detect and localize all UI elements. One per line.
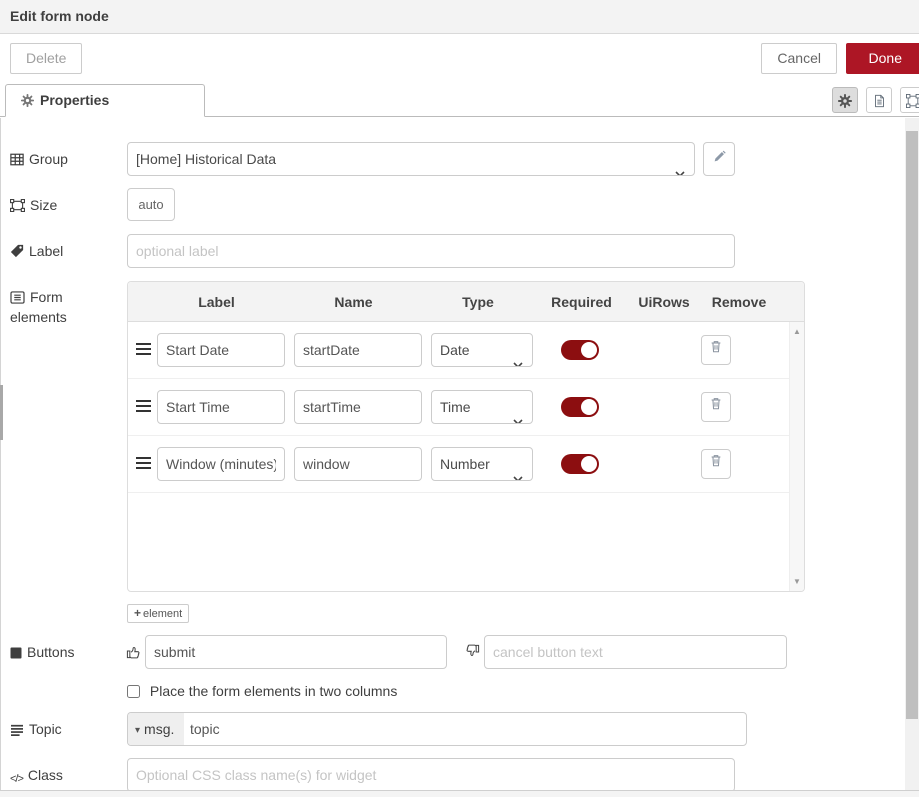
required-toggle[interactable]	[561, 397, 599, 417]
dialog-title: Edit form node	[0, 0, 919, 34]
remove-element-button[interactable]	[701, 449, 731, 479]
code-icon: </>	[10, 773, 23, 785]
element-type-select[interactable]: Date	[431, 333, 533, 367]
pencil-icon	[713, 150, 726, 166]
dropdown-triangle-icon: ▾	[135, 725, 140, 736]
tab-properties-label: Properties	[40, 92, 109, 108]
square-icon	[10, 647, 22, 659]
gear-icon	[21, 94, 34, 110]
element-name-input[interactable]	[294, 333, 422, 367]
topic-value[interactable]: topic	[190, 713, 220, 745]
form-elements-table: Label Name Type Required UiRows Remove D…	[127, 281, 805, 592]
element-label-input[interactable]	[157, 390, 285, 424]
done-button[interactable]: Done	[846, 43, 919, 74]
trash-icon	[709, 341, 723, 357]
group-field-label: Group	[10, 142, 120, 176]
two-columns-label: Place the form elements in two columns	[150, 683, 397, 699]
column-header-name: Name	[285, 282, 422, 321]
list-alt-icon	[10, 291, 25, 304]
form-elements-table-body: Date Time	[128, 322, 804, 591]
object-group-icon	[10, 199, 25, 212]
size-button[interactable]: auto	[127, 188, 175, 221]
element-name-input[interactable]	[294, 447, 422, 481]
document-icon	[873, 92, 886, 108]
trash-icon	[709, 455, 723, 471]
topic-type-dropdown[interactable]: ▾msg.	[128, 713, 184, 745]
column-header-type: Type	[422, 282, 534, 321]
form-element-row: Number	[128, 436, 804, 493]
trash-icon	[709, 398, 723, 414]
dialog-button-bar: Delete Cancel Done	[0, 35, 919, 84]
css-class-input[interactable]	[127, 758, 735, 792]
gear-icon	[838, 92, 852, 108]
submit-button-text-input[interactable]	[145, 635, 447, 669]
appearance-toolbar-button[interactable]	[900, 87, 919, 113]
column-header-label: Label	[148, 282, 285, 321]
required-toggle[interactable]	[561, 340, 599, 360]
element-label-input[interactable]	[157, 333, 285, 367]
label-input[interactable]	[127, 234, 735, 268]
cancel-button[interactable]: Cancel	[761, 43, 837, 74]
two-columns-checkbox[interactable]	[127, 685, 140, 698]
drag-handle-icon[interactable]	[136, 457, 151, 472]
element-name-input[interactable]	[294, 390, 422, 424]
chevron-down-icon	[513, 348, 523, 367]
topic-field-label: Topic	[10, 712, 120, 746]
bars-icon	[10, 724, 24, 736]
tab-properties[interactable]: Properties	[5, 84, 205, 117]
description-toolbar-button[interactable]	[866, 87, 892, 113]
form-element-row: Time	[128, 379, 804, 436]
drag-handle-icon[interactable]	[136, 400, 151, 415]
edit-group-button[interactable]	[703, 142, 735, 176]
required-toggle[interactable]	[561, 454, 599, 474]
group-select[interactable]: [Home] Historical Data	[127, 142, 695, 176]
column-header-remove: Remove	[699, 282, 779, 321]
dialog-footer-edge	[0, 790, 919, 797]
remove-element-button[interactable]	[701, 335, 731, 365]
chevron-down-icon	[513, 462, 523, 481]
add-element-button[interactable]: +element	[127, 604, 189, 623]
table-grid-icon	[10, 153, 24, 166]
left-scrollbar-thumb[interactable]	[0, 385, 3, 440]
main-scrollbar[interactable]	[905, 118, 919, 790]
tab-bar: Properties	[0, 84, 919, 117]
appearance-icon	[906, 92, 919, 108]
drag-handle-icon[interactable]	[136, 343, 151, 358]
tag-icon	[10, 244, 24, 258]
two-columns-row: Place the form elements in two columns	[127, 683, 397, 699]
dialog-left-edge	[0, 118, 1, 790]
element-type-select[interactable]: Number	[431, 447, 533, 481]
main-scrollbar-thumb[interactable]	[906, 131, 918, 719]
form-element-row: Date	[128, 322, 804, 379]
cancel-button-text-input[interactable]	[484, 635, 787, 669]
chevron-down-icon	[675, 157, 685, 176]
thumbs-down-icon	[465, 644, 480, 662]
properties-toolbar-button[interactable]	[832, 87, 858, 113]
buttons-field-label: Buttons	[10, 635, 120, 669]
plus-icon: +	[134, 606, 141, 620]
column-header-required: Required	[534, 282, 629, 321]
delete-button[interactable]: Delete	[10, 43, 82, 74]
thumbs-up-icon	[126, 644, 141, 662]
chevron-down-icon	[513, 405, 523, 424]
scroll-down-icon[interactable]: ▼	[790, 577, 804, 586]
column-header-uirows: UiRows	[629, 282, 699, 321]
scroll-up-icon[interactable]: ▲	[790, 327, 804, 336]
form-elements-field-label: Form elements	[10, 287, 94, 327]
topic-input[interactable]: ▾msg. topic	[127, 712, 747, 746]
element-type-select[interactable]: Time	[431, 390, 533, 424]
remove-element-button[interactable]	[701, 392, 731, 422]
element-label-input[interactable]	[157, 447, 285, 481]
label-field-label: Label	[10, 234, 120, 268]
form-elements-table-header: Label Name Type Required UiRows Remove	[128, 282, 804, 322]
table-scrollbar[interactable]: ▲ ▼	[789, 322, 804, 591]
size-field-label: Size	[10, 188, 120, 222]
